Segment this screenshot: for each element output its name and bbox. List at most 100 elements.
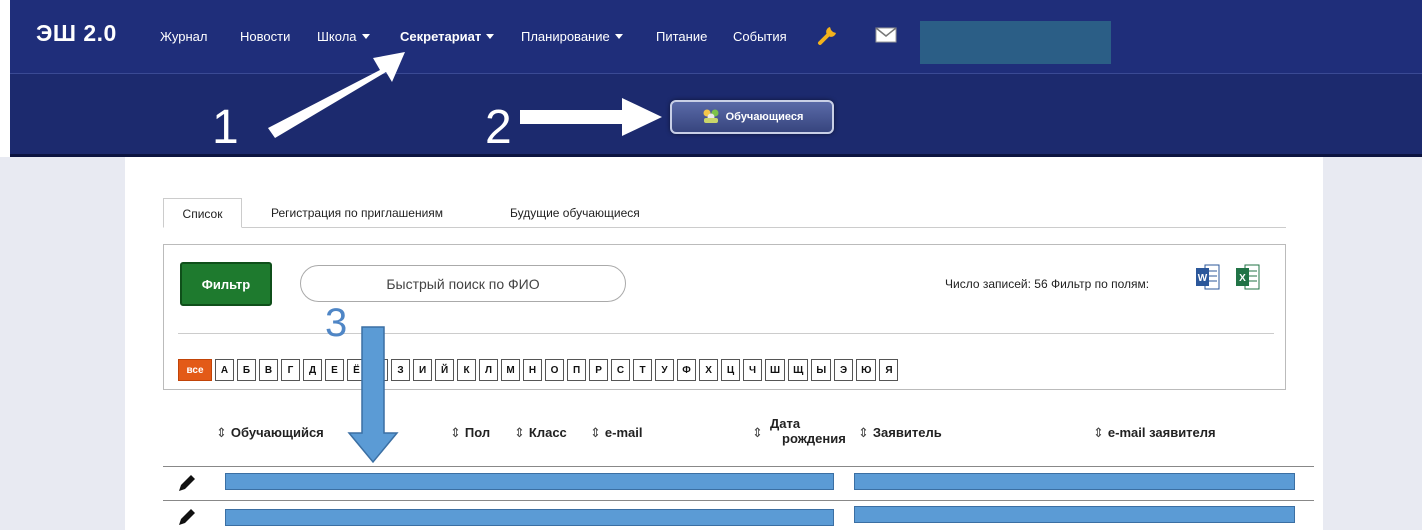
- letter-button[interactable]: Ё: [347, 359, 366, 381]
- letter-button[interactable]: Л: [479, 359, 499, 381]
- letter-button[interactable]: Щ: [788, 359, 809, 381]
- sort-icon: ⇕: [450, 425, 461, 440]
- sort-icon: ⇕: [752, 425, 763, 440]
- excel-icon[interactable]: X: [1236, 262, 1260, 292]
- column-gender[interactable]: ⇕ Пол: [450, 425, 490, 441]
- sort-icon: ⇕: [858, 425, 869, 440]
- nav-school-label: Школа: [317, 29, 357, 44]
- letter-all[interactable]: все: [178, 359, 212, 381]
- letter-button[interactable]: М: [501, 359, 521, 381]
- column-birthdate-line1: Дата: [770, 416, 801, 431]
- brand-logo[interactable]: ЭШ 2.0: [36, 20, 117, 47]
- tab-invite-registration[interactable]: Регистрация по приглашениям: [271, 206, 443, 220]
- nav-journal-label: Журнал: [160, 29, 208, 44]
- letter-button[interactable]: У: [655, 359, 675, 381]
- nav-journal[interactable]: Журнал: [160, 29, 207, 44]
- nav-food-label: Питание: [656, 29, 708, 44]
- sort-icon: ⇕: [216, 425, 227, 440]
- letter-button[interactable]: О: [545, 359, 565, 381]
- user-menu[interactable]: [920, 21, 1111, 64]
- nav-events-label: События: [733, 29, 787, 44]
- nav-events[interactable]: События: [733, 29, 787, 44]
- letter-button[interactable]: Ы: [811, 359, 832, 381]
- people-icon: [701, 108, 721, 127]
- chevron-down-icon: [486, 34, 495, 39]
- letter-button[interactable]: Р: [589, 359, 609, 381]
- letter-button[interactable]: Д: [303, 359, 322, 381]
- edit-icon[interactable]: [176, 472, 198, 499]
- nav-planning-label: Планирование: [521, 29, 610, 44]
- letter-button[interactable]: Э: [834, 359, 854, 381]
- letter-button[interactable]: Ш: [765, 359, 786, 381]
- letter-button[interactable]: В: [259, 359, 278, 381]
- annotation-step-2: 2: [485, 101, 512, 154]
- redacted-applicant-info: [854, 506, 1295, 523]
- letter-button[interactable]: З: [391, 359, 411, 381]
- students-button[interactable]: Обучающиеся: [670, 100, 834, 134]
- column-class[interactable]: ⇕ Класс: [514, 425, 567, 441]
- filter-button[interactable]: Фильтр: [180, 262, 272, 306]
- wrench-icon[interactable]: [817, 24, 839, 51]
- annotation-step-3: 3: [325, 301, 348, 345]
- records-count: Число записей: 56 Фильтр по полям:: [945, 277, 1150, 291]
- letter-button[interactable]: Ю: [856, 359, 877, 381]
- column-email[interactable]: ⇕ e-mail: [590, 425, 642, 441]
- column-student[interactable]: ⇕ Обучающийся: [216, 425, 324, 441]
- letter-button[interactable]: Н: [523, 359, 543, 381]
- letter-button[interactable]: Х: [699, 359, 719, 381]
- letter-button[interactable]: Я: [879, 359, 899, 381]
- tab-list[interactable]: Список: [163, 198, 242, 228]
- letter-button[interactable]: Ч: [743, 359, 763, 381]
- column-email-label: e-mail: [604, 425, 643, 440]
- letter-button[interactable]: К: [457, 359, 477, 381]
- page-background-left: [0, 157, 125, 530]
- letter-button[interactable]: Ф: [677, 359, 697, 381]
- nav-news[interactable]: Новости: [240, 29, 290, 44]
- column-birthdate-line2: рождения: [782, 431, 846, 446]
- column-applicant-email-label: e-mail заявителя: [1107, 425, 1216, 440]
- column-applicant-label: Заявитель: [872, 425, 942, 440]
- sort-icon: ⇕: [514, 425, 525, 440]
- edit-icon[interactable]: [176, 506, 198, 530]
- search-input[interactable]: [300, 265, 626, 302]
- letter-button[interactable]: А: [215, 359, 234, 381]
- letter-button[interactable]: Й: [435, 359, 455, 381]
- word-icon[interactable]: W: [1196, 262, 1220, 292]
- letter-button[interactable]: Г: [281, 359, 300, 381]
- svg-text:W: W: [1198, 273, 1208, 284]
- column-birthdate[interactable]: Дата рождения: [770, 416, 846, 446]
- redacted-student-info: [225, 509, 834, 526]
- alphabet-filter: все А Б В Г Д Е Ё Ж З И Й К Л М Н О П Р …: [178, 359, 899, 381]
- letter-button[interactable]: И: [413, 359, 433, 381]
- annotation-step-1: 1: [212, 101, 239, 154]
- nav-secretariat-label: Секретариат: [400, 29, 482, 44]
- svg-text:X: X: [1239, 273, 1246, 284]
- nav-planning[interactable]: Планирование: [521, 29, 623, 44]
- nav-secretariat[interactable]: Секретариат: [400, 29, 495, 44]
- table-row-divider: [163, 466, 1314, 467]
- letter-button[interactable]: Е: [325, 359, 344, 381]
- letter-button[interactable]: Ж: [369, 359, 389, 381]
- column-class-label: Класс: [528, 425, 567, 440]
- column-applicant[interactable]: ⇕ Заявитель: [858, 425, 942, 441]
- sort-icon: ⇕: [590, 425, 601, 440]
- students-button-label: Обучающиеся: [725, 111, 804, 123]
- letter-button[interactable]: С: [611, 359, 631, 381]
- letter-button[interactable]: П: [567, 359, 587, 381]
- sort-icon: ⇕: [1093, 425, 1104, 440]
- nav-food[interactable]: Питание: [656, 29, 707, 44]
- letter-button[interactable]: Б: [237, 359, 256, 381]
- letter-button[interactable]: Ц: [721, 359, 741, 381]
- top-navbar: [10, 0, 1422, 73]
- redacted-student-info: [225, 473, 834, 490]
- letter-button[interactable]: Т: [633, 359, 653, 381]
- column-gender-label: Пол: [464, 425, 491, 440]
- tabs-divider: [163, 227, 1286, 228]
- nav-school[interactable]: Школа: [317, 29, 370, 44]
- column-birthdate-sort[interactable]: ⇕: [752, 425, 767, 441]
- redacted-applicant-info: [854, 473, 1295, 490]
- nav-news-label: Новости: [240, 29, 291, 44]
- tab-future-students[interactable]: Будущие обучающиеся: [510, 206, 640, 220]
- column-applicant-email[interactable]: ⇕ e-mail заявителя: [1093, 425, 1216, 441]
- mail-icon[interactable]: [875, 27, 897, 48]
